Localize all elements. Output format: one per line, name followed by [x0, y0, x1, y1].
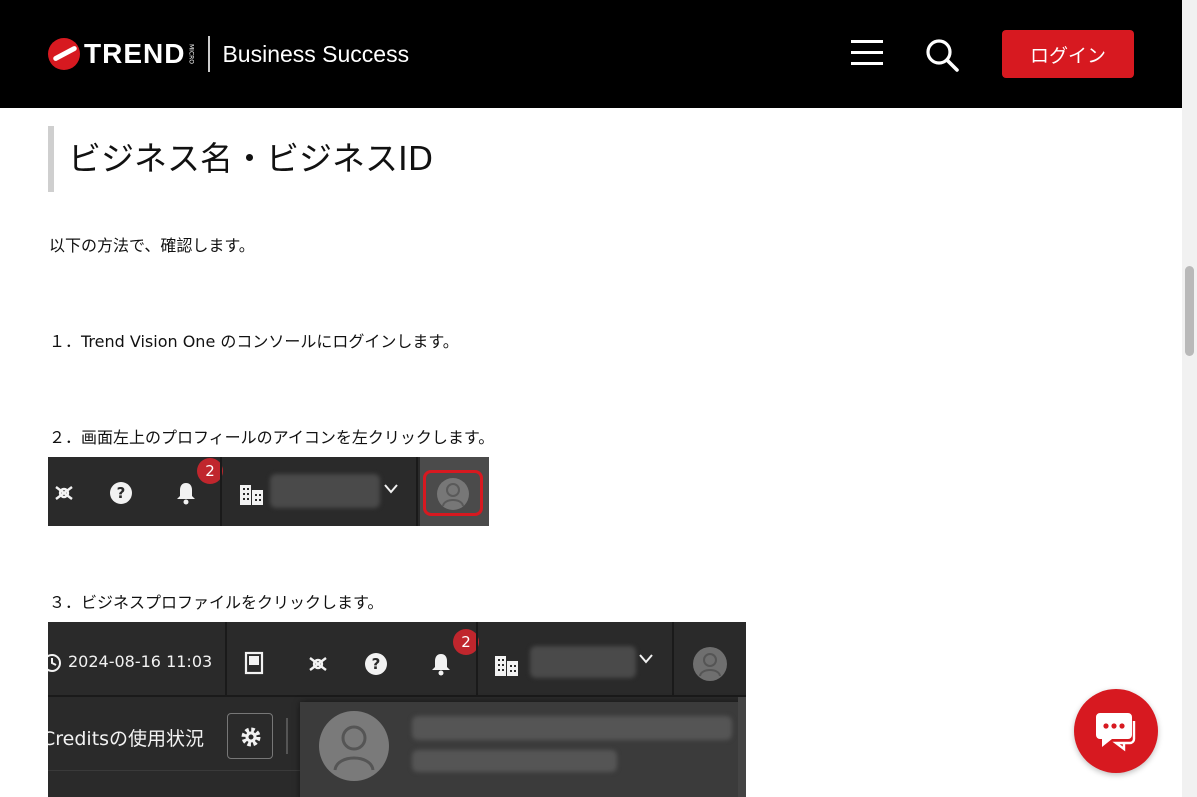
workflow-icon-2 [309, 657, 327, 671]
trend-micro-logo[interactable]: TREND MICRO Business Success [48, 36, 410, 72]
search-icon[interactable] [925, 38, 959, 72]
help-icon: ? [110, 482, 132, 504]
site-title: Business Success [222, 40, 410, 67]
intro-text: 以下の方法で、確認します。 [49, 236, 255, 255]
avatar-large-icon [319, 711, 389, 781]
credits-usage-label: Creditsの使用状況 [48, 728, 205, 750]
login-button[interactable]: ログイン [1002, 30, 1134, 78]
chat-button[interactable] [1074, 689, 1158, 773]
datetime-text: 2024-08-16 11:03 [68, 652, 213, 671]
clock-icon [48, 654, 61, 672]
screenshot-profile-icon: ? 2 [48, 457, 489, 526]
gear-icon [241, 727, 261, 747]
chat-icon [1096, 713, 1136, 752]
workflow-icon [55, 486, 73, 500]
avatar-icon [437, 478, 469, 510]
blurred-user-role [412, 750, 617, 772]
step-3-text: ３．ビジネスプロファイルをクリックします。 [49, 593, 384, 612]
site-header: TREND MICRO Business Success ログイン [0, 0, 1182, 108]
help-icon-2: ? [365, 653, 387, 675]
chevron-down-icon [384, 484, 398, 494]
logo-micro-text: MICRO [187, 43, 195, 65]
chevron-down-icon-2 [639, 654, 653, 664]
logo-text: TREND [84, 38, 186, 69]
document-icon [244, 651, 264, 675]
bell-icon [177, 483, 195, 505]
hamburger-icon[interactable] [851, 40, 883, 68]
section-heading: ビジネス名・ビジネスID [48, 126, 433, 192]
logo-divider [208, 36, 211, 72]
blurred-user-name [412, 716, 732, 740]
screenshot-business-profile: 2024-08-16 11:03 ? 2 Creditsの使用状況 [48, 622, 746, 797]
avatar-icon-2 [693, 647, 727, 681]
svg-text:?: ? [117, 484, 126, 502]
trend-ball-icon [48, 38, 80, 70]
profile-dropdown-panel [300, 702, 746, 797]
step-1-text: １．Trend Vision One のコンソールにログインします。 [49, 332, 459, 351]
page-scrollbar-thumb[interactable] [1185, 266, 1194, 356]
blurred-business-name [270, 474, 380, 508]
building-icon [240, 485, 263, 505]
bell-icon-2 [432, 654, 450, 676]
building-icon-2 [495, 656, 518, 676]
step-2-text: ２．画面左上のプロフィールのアイコンを左クリックします。 [49, 428, 495, 447]
settings-button [227, 713, 273, 759]
svg-text:?: ? [372, 655, 381, 673]
page-scrollbar-track[interactable] [1182, 0, 1197, 797]
blurred-business-name-2 [530, 646, 636, 678]
